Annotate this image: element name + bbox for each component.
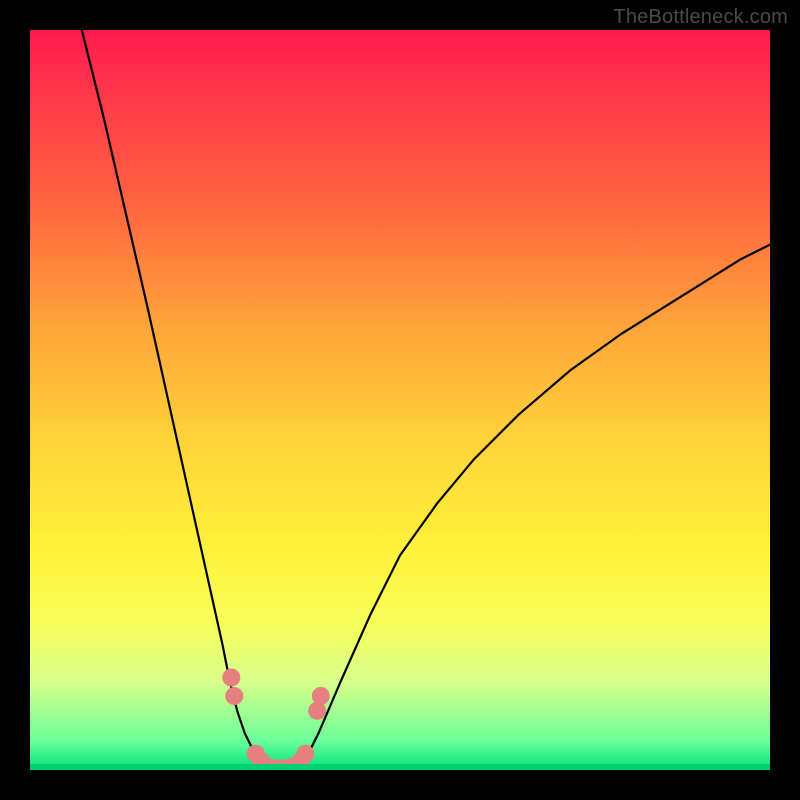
curve-left-branch	[82, 30, 260, 763]
data-dots	[222, 669, 329, 771]
data-dot	[225, 687, 243, 705]
curve-right-branch	[304, 245, 770, 763]
watermark-text: TheBottleneck.com	[613, 6, 788, 29]
plot-bottom-edge	[30, 764, 770, 770]
chart-frame: TheBottleneck.com	[0, 0, 800, 800]
curve-layer	[30, 30, 770, 770]
data-dot	[296, 745, 314, 763]
plot-area	[30, 30, 770, 770]
data-dot	[222, 669, 240, 687]
data-dot	[312, 687, 330, 705]
